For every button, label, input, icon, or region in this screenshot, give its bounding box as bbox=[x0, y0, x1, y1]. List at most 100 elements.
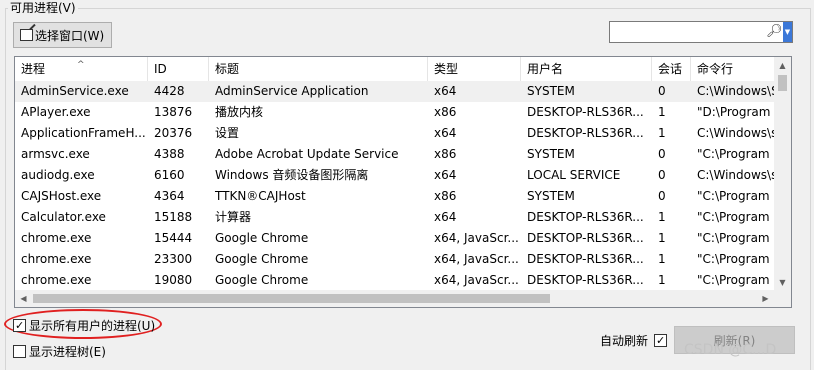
cell-process-id: 15444 bbox=[154, 231, 193, 245]
column-header-session[interactable]: 会话 bbox=[652, 57, 691, 81]
show-process-tree-checkbox[interactable] bbox=[13, 345, 26, 358]
cell-process-id: 4364 bbox=[154, 189, 185, 203]
cell-session: 1 bbox=[658, 231, 666, 245]
table-row[interactable]: APlayer.exe 13876 播放内核 x86 DESKTOP-RLS36R...… bbox=[15, 102, 777, 123]
cell-username: SYSTEM bbox=[527, 189, 575, 203]
cell-command-line: "C:\Program I bbox=[697, 210, 777, 224]
cell-process-type: x64 bbox=[434, 210, 457, 224]
show-all-users-checkbox[interactable] bbox=[13, 319, 26, 332]
cell-username: DESKTOP-RLS36R... bbox=[527, 210, 644, 224]
cell-process-name: CAJSHost.exe bbox=[21, 189, 102, 203]
auto-refresh-checkbox-row[interactable]: 自动刷新 bbox=[600, 332, 668, 349]
cell-session: 0 bbox=[658, 147, 666, 161]
cell-window-title: 设置 bbox=[215, 126, 240, 140]
table-row[interactable]: ApplicationFrameH... 20376 设置 x64 DESKTOP-RL… bbox=[15, 123, 777, 144]
cell-process-name: Calculator.exe bbox=[21, 210, 106, 224]
table-row[interactable]: CAJSHost.exe 4364 TTKN®CAJHost x86 SYSTEM 0 "C… bbox=[15, 186, 777, 207]
show-all-users-checkbox-row[interactable]: 显示所有用户的进程(U) bbox=[13, 317, 155, 334]
cell-process-name: audiodg.exe bbox=[21, 168, 95, 182]
vertical-scroll-thumb[interactable] bbox=[778, 75, 787, 91]
cell-process-type: x64 bbox=[434, 126, 457, 140]
scroll-up-icon[interactable]: ▲ bbox=[774, 57, 791, 74]
cell-process-type: x64, JavaScr... bbox=[434, 231, 519, 245]
select-window-button[interactable]: 选择窗口(W) bbox=[13, 22, 112, 48]
search-icon[interactable]: 🔎︎ bbox=[766, 23, 783, 41]
horizontal-scrollbar[interactable]: ◀ ▶ bbox=[15, 290, 791, 307]
cell-process-name: chrome.exe bbox=[21, 273, 92, 287]
cell-command-line: C:\Windows\S bbox=[697, 84, 777, 98]
column-header-username[interactable]: 用户名 bbox=[521, 57, 652, 81]
cell-session: 1 bbox=[658, 126, 666, 140]
table-row[interactable]: armsvc.exe 4388 Adobe Acrobat Update Servi… bbox=[15, 144, 777, 165]
cell-process-id: 4388 bbox=[154, 147, 185, 161]
horizontal-scroll-thumb[interactable] bbox=[33, 294, 550, 303]
cell-username: DESKTOP-RLS36R... bbox=[527, 273, 644, 287]
show-process-tree-checkbox-row[interactable]: 显示进程树(E) bbox=[13, 343, 106, 360]
cell-username: DESKTOP-RLS36R... bbox=[527, 126, 644, 140]
cell-process-type: x64, JavaScr... bbox=[434, 252, 519, 266]
cell-session: 1 bbox=[658, 210, 666, 224]
cell-process-type: x86 bbox=[434, 189, 457, 203]
cell-window-title: Google Chrome bbox=[215, 252, 309, 266]
table-row[interactable]: chrome.exe 23300 Google Chrome x64, JavaScr… bbox=[15, 249, 777, 270]
cell-window-title: Google Chrome bbox=[215, 231, 309, 245]
search-box[interactable]: 🔎︎ ▼ bbox=[609, 21, 793, 43]
column-header-process[interactable]: 进程 ^ bbox=[15, 57, 148, 81]
cell-session: 0 bbox=[658, 84, 666, 98]
process-list[interactable]: 进程 ^ ID 标题 类型 用户名 会话 命令行 AdminService.exe… bbox=[14, 56, 792, 308]
table-row[interactable]: audiodg.exe 6160 Windows 音频设备图形隔离 x64 LOCAL … bbox=[15, 165, 777, 186]
column-header-id[interactable]: ID bbox=[148, 57, 209, 81]
cell-process-name: armsvc.exe bbox=[21, 147, 90, 161]
cell-window-title: Windows 音频设备图形隔离 bbox=[215, 168, 369, 182]
auto-refresh-checkbox[interactable] bbox=[654, 334, 668, 347]
watermark: CSDN @C...D bbox=[684, 342, 777, 358]
cell-process-type: x64 bbox=[434, 168, 457, 182]
cell-session: 0 bbox=[658, 189, 666, 203]
cell-session: 0 bbox=[658, 168, 666, 182]
scroll-down-icon[interactable]: ▼ bbox=[774, 274, 791, 291]
search-input[interactable] bbox=[612, 23, 762, 41]
cell-window-title: 计算器 bbox=[215, 210, 252, 224]
cell-process-name: chrome.exe bbox=[21, 231, 92, 245]
table-row[interactable]: Calculator.exe 15188 计算器 x64 DESKTOP-RLS36R.… bbox=[15, 207, 777, 228]
cell-process-type: x86 bbox=[434, 147, 457, 161]
cell-process-id: 15188 bbox=[154, 210, 193, 224]
cell-username: DESKTOP-RLS36R... bbox=[527, 252, 644, 266]
table-row[interactable]: chrome.exe 15444 Google Chrome x64, JavaScr… bbox=[15, 228, 777, 249]
cell-window-title: Google Chrome bbox=[215, 273, 309, 287]
table-row[interactable]: AdminService.exe 4428 AdminService Applica… bbox=[15, 81, 777, 102]
chevron-down-icon[interactable]: ▼ bbox=[783, 22, 792, 42]
cell-process-id: 13876 bbox=[154, 105, 193, 119]
cell-process-name: AdminService.exe bbox=[21, 84, 129, 98]
column-header-title[interactable]: 标题 bbox=[209, 57, 428, 81]
scroll-left-icon[interactable]: ◀ bbox=[15, 290, 32, 307]
cell-process-type: x64, JavaScr... bbox=[434, 273, 519, 287]
cell-session: 1 bbox=[658, 105, 666, 119]
cell-process-name: APlayer.exe bbox=[21, 105, 91, 119]
cell-username: DESKTOP-RLS36R... bbox=[527, 231, 644, 245]
sort-ascending-icon: ^ bbox=[77, 60, 85, 70]
cell-process-id: 20376 bbox=[154, 126, 193, 140]
cell-username: DESKTOP-RLS36R... bbox=[527, 105, 644, 119]
group-title: 可用进程(V) bbox=[8, 0, 78, 16]
cell-process-type: x64 bbox=[434, 84, 457, 98]
cell-command-line: "D:\Program bbox=[697, 105, 771, 119]
scroll-right-icon[interactable]: ▶ bbox=[757, 290, 774, 307]
column-header-type[interactable]: 类型 bbox=[428, 57, 521, 81]
cell-command-line: "C:\Program I bbox=[697, 231, 777, 245]
show-process-tree-label: 显示进程树(E) bbox=[29, 345, 106, 359]
cell-process-id: 4428 bbox=[154, 84, 185, 98]
cell-session: 1 bbox=[658, 273, 666, 287]
select-window-icon bbox=[20, 29, 33, 41]
process-list-header: 进程 ^ ID 标题 类型 用户名 会话 命令行 bbox=[15, 57, 777, 81]
vertical-scrollbar[interactable]: ▲ ▼ bbox=[774, 57, 791, 291]
show-all-users-label: 显示所有用户的进程(U) bbox=[29, 319, 156, 333]
cell-session: 1 bbox=[658, 252, 666, 266]
cell-process-id: 6160 bbox=[154, 168, 185, 182]
auto-refresh-label: 自动刷新 bbox=[600, 334, 649, 348]
cell-process-name: chrome.exe bbox=[21, 252, 92, 266]
table-row[interactable]: chrome.exe 19080 Google Chrome x64, JavaScr… bbox=[15, 270, 777, 291]
cell-username: SYSTEM bbox=[527, 84, 575, 98]
cell-username: SYSTEM bbox=[527, 147, 575, 161]
column-header-command-line[interactable]: 命令行 bbox=[691, 57, 777, 81]
